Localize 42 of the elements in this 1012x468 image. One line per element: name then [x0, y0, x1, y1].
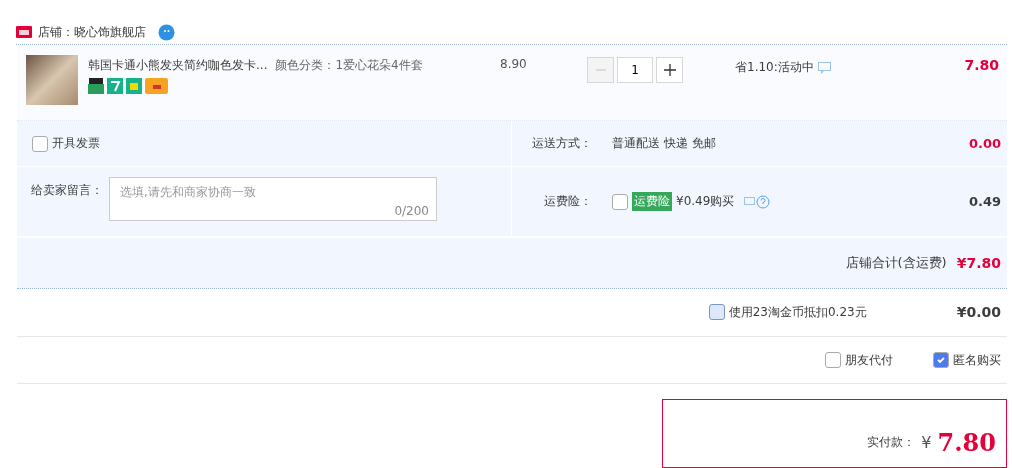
- chat-bubble-icon[interactable]: [158, 23, 175, 41]
- insurance-badge: 运费险: [632, 192, 672, 212]
- new-tag-icon: [88, 78, 104, 95]
- checkbox[interactable]: [825, 352, 841, 369]
- shipping-price: 0.00: [968, 136, 1001, 152]
- checkbox[interactable]: [708, 304, 725, 321]
- checkbox[interactable]: [32, 135, 48, 152]
- product-title[interactable]: 韩国卡通小熊发夹简约咖色发卡...: [88, 57, 268, 75]
- help-icon[interactable]: [744, 194, 771, 209]
- invoice-label: 开具发票: [52, 135, 100, 153]
- comment-icon[interactable]: [817, 61, 831, 74]
- store-total-label: 店铺合计(含运费): [845, 254, 947, 273]
- product-photo-placeholder[interactable]: [26, 55, 78, 106]
- option-label: 匿名购买: [953, 351, 1001, 369]
- shipping-label: 运送方式：: [531, 135, 592, 153]
- checkmark-icon: [936, 355, 946, 366]
- unit-price: 8.90: [500, 57, 527, 72]
- item-total: 7.80: [964, 57, 999, 74]
- store-total-value: ¥7.80: [956, 255, 1001, 272]
- checkbox[interactable]: [612, 193, 628, 210]
- coins-value: ¥0.00: [956, 304, 1001, 321]
- option-label: 朋友代付: [845, 351, 893, 369]
- insurance-price: 0.49: [968, 194, 1001, 210]
- message-label: 给卖家留言：: [31, 182, 103, 200]
- shipping-method[interactable]: 普通配送 快递 免邮: [612, 135, 716, 153]
- plus-icon: [662, 63, 677, 78]
- product-sku: 颜色分类：1爱心花朵4件套: [275, 57, 423, 75]
- payment-amount: 7.80: [937, 428, 996, 458]
- coins-label: 使用23淘金币抵扣0.23元: [728, 303, 867, 321]
- insurance-offer: ¥0.49购买: [676, 193, 735, 211]
- increase-button[interactable]: [656, 57, 683, 84]
- store-name[interactable]: 店铺：晓心饰旗舰店: [38, 23, 146, 41]
- checkbox[interactable]: [933, 352, 949, 369]
- character-counter: 0/200: [394, 204, 429, 219]
- promo-text: 省1.10:活动中: [735, 59, 814, 77]
- store-logo-icon: [16, 26, 32, 39]
- currency-symbol: ¥: [921, 433, 932, 453]
- payment-label: 实付款：: [867, 434, 916, 452]
- seven-day-icon: [107, 78, 123, 95]
- insurance-label: 运费险：: [543, 193, 592, 211]
- credit-card-icon: [145, 78, 168, 95]
- quantity-field[interactable]: 1: [617, 57, 653, 84]
